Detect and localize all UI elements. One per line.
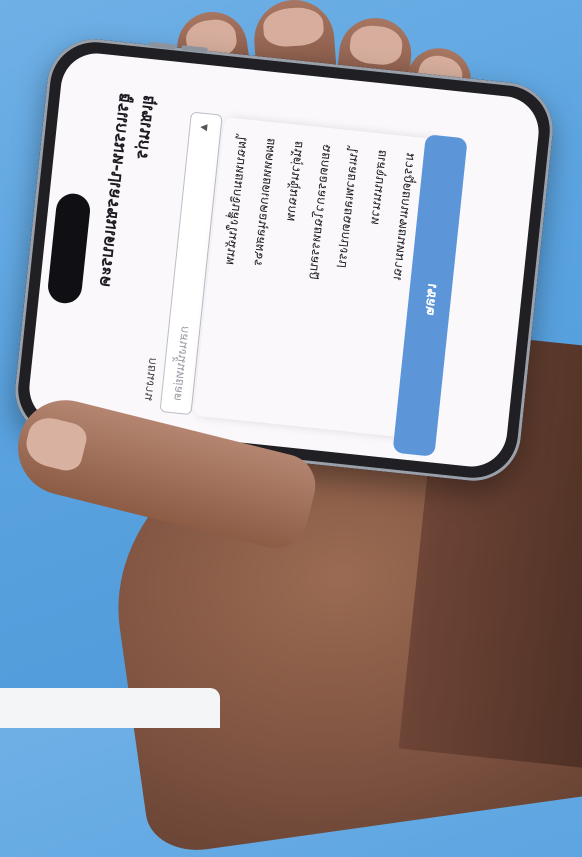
chevron-up-icon: ▴ — [195, 123, 212, 132]
paper-corner — [0, 688, 220, 728]
dynamic-island — [46, 191, 92, 305]
phone-screen: ← ฮูรแกรมห-ปเลรชมเดบระค ยุเซเนก่ร กยนงาน… — [25, 49, 543, 471]
dropdown-value: กสนงนั้นทย่ลต — [169, 325, 192, 402]
field-label: กยนงาน — [140, 356, 160, 402]
app-content: ← ฮูรแกรมห-ปเลรชมเดบระค ยุเซเนก่ร กยนงาน… — [73, 85, 527, 470]
phone-side-button — [149, 41, 176, 50]
create-button-label: เชล๒ — [421, 282, 441, 317]
